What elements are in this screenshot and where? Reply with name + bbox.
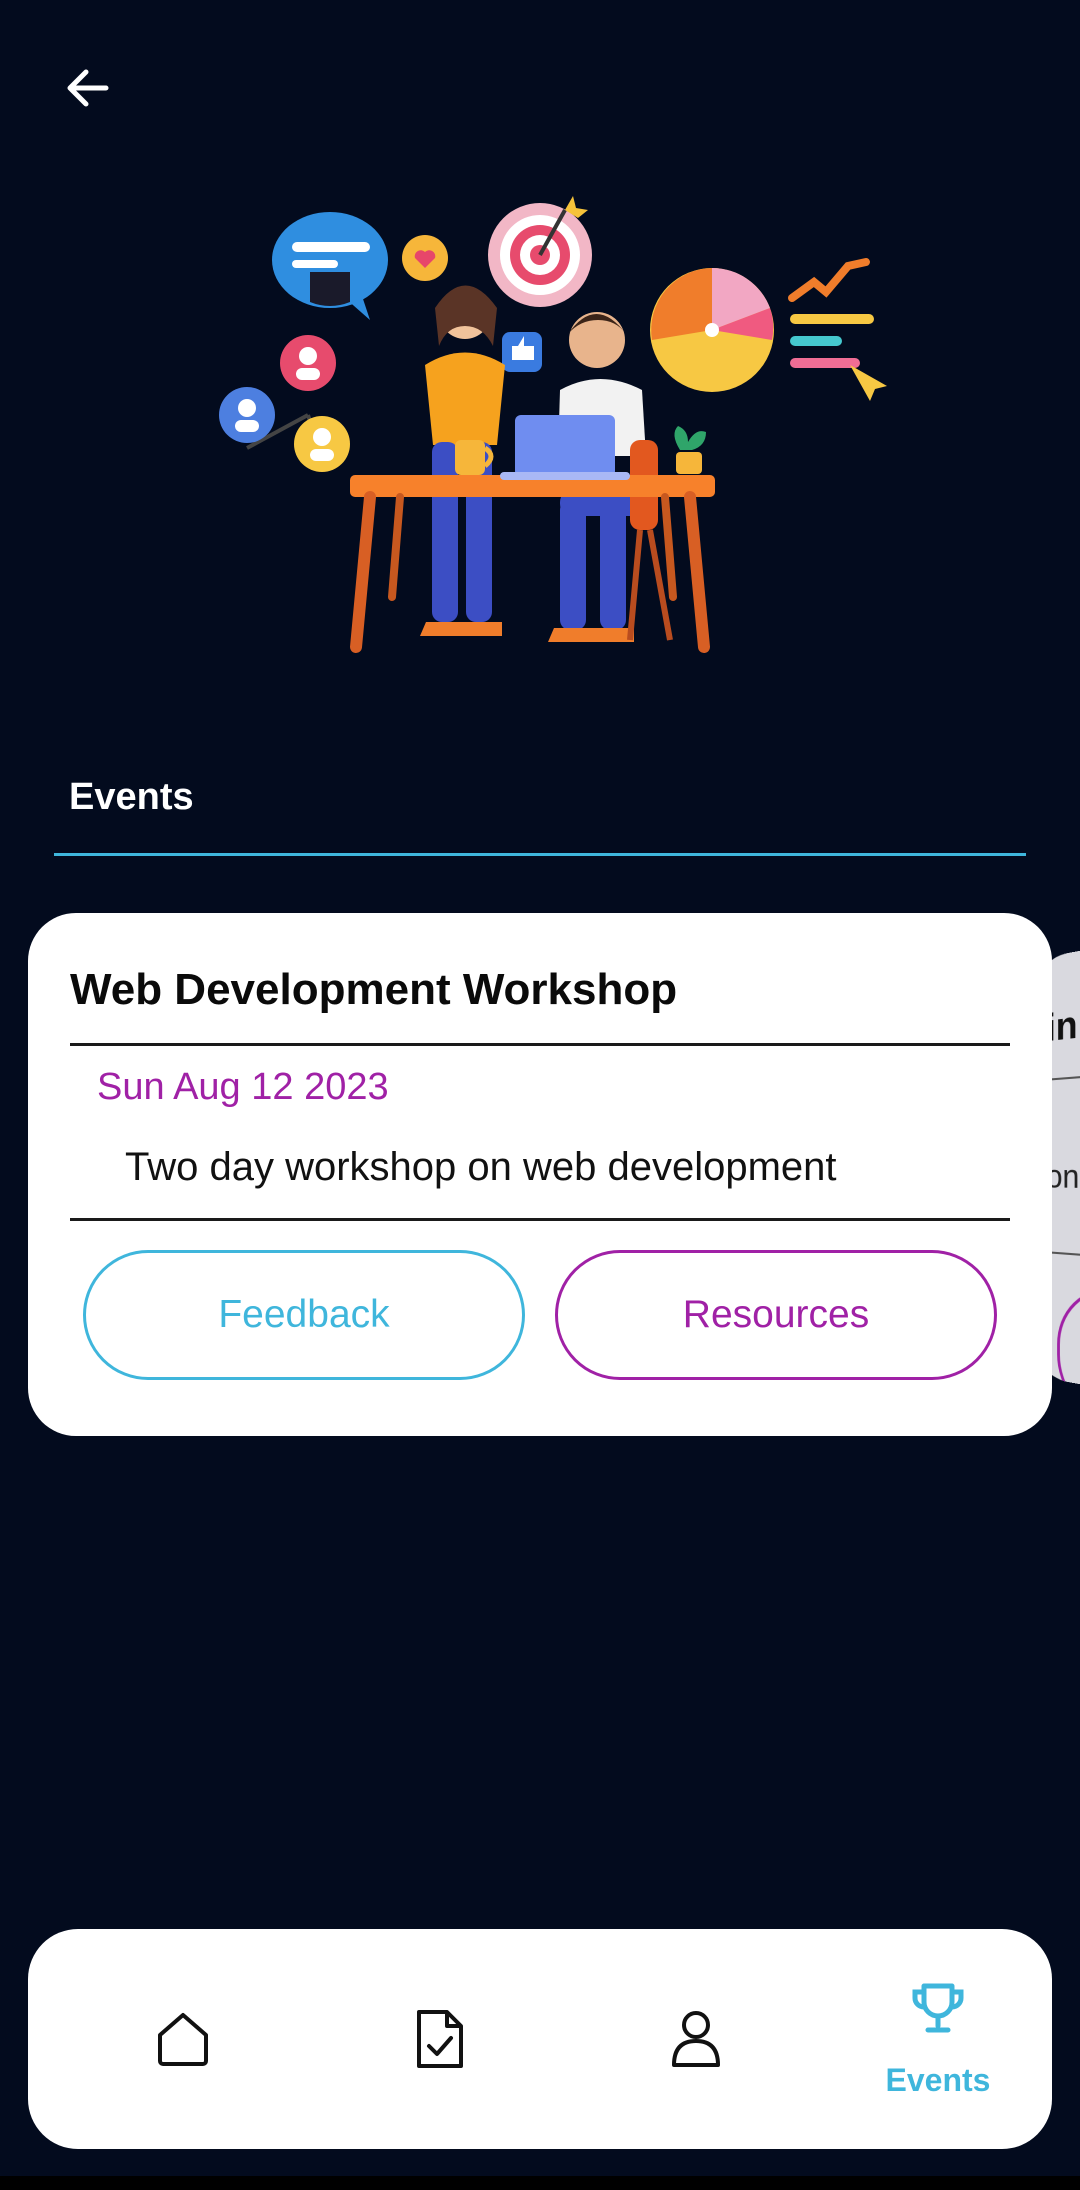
heart-icon xyxy=(402,235,448,281)
arrow-left-icon xyxy=(67,69,109,107)
plant-icon xyxy=(674,426,706,474)
feedback-button[interactable]: Feedback xyxy=(83,1250,525,1380)
team-working-at-desk-illustration xyxy=(219,196,887,653)
bottom-navigation-bar: Events xyxy=(28,1929,1052,2149)
chair-icon xyxy=(627,440,673,641)
event-title: Web Development Workshop xyxy=(70,965,678,1014)
divider xyxy=(70,1043,1010,1046)
back-button[interactable] xyxy=(50,50,126,126)
trend-chart-icon xyxy=(788,258,887,401)
nav-events[interactable]: Events xyxy=(838,1929,1038,2149)
home-icon xyxy=(158,2013,208,2066)
desk-icon xyxy=(350,475,715,653)
user-icon xyxy=(672,2011,720,2067)
nav-events-label: Events xyxy=(885,2061,991,2098)
system-gesture-bar xyxy=(0,2176,1080,2190)
chat-bubble-icon xyxy=(272,212,388,320)
peek-card-button[interactable] xyxy=(1057,1282,1080,1439)
nav-tasks[interactable] xyxy=(355,1929,525,2149)
divider xyxy=(70,1218,1010,1221)
event-description: Two day workshop on web development xyxy=(125,1145,837,1189)
event-card[interactable]: Web Development Workshop Sun Aug 12 2023… xyxy=(28,913,1052,1436)
tab-indicator xyxy=(54,853,1026,856)
resources-button[interactable]: Resources xyxy=(555,1250,997,1380)
laptop-icon xyxy=(500,415,630,480)
pie-chart-icon xyxy=(650,268,774,392)
section-title: Events xyxy=(69,776,194,818)
thumbs-up-icon xyxy=(502,332,542,372)
event-date: Sun Aug 12 2023 xyxy=(97,1066,389,1108)
nav-profile[interactable] xyxy=(611,1929,781,2149)
events-screen: Events in on Web Development Workshop Su… xyxy=(0,0,1080,2190)
target-icon xyxy=(488,196,592,307)
trophy-icon xyxy=(912,1983,964,2032)
network-people-icon xyxy=(219,335,350,472)
nav-home[interactable] xyxy=(98,1929,268,2149)
task-document-icon xyxy=(417,2010,463,2068)
